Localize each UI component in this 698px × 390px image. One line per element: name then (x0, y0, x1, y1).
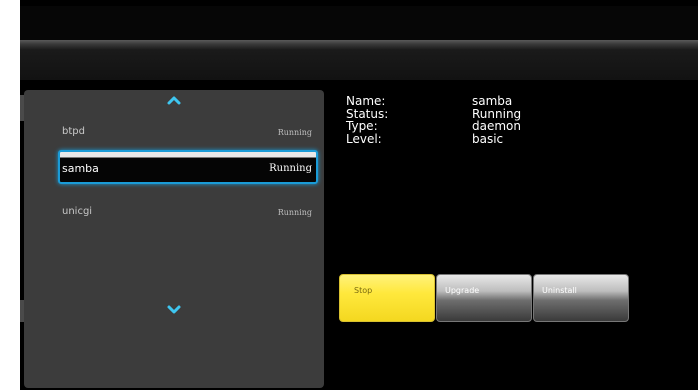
stop-button[interactable]: Stop (339, 274, 435, 322)
list-item-selected[interactable]: samba Running (58, 150, 318, 184)
service-details: Name: samba Status: Running Type: daemon… (346, 95, 626, 145)
service-name: unicgi (62, 206, 93, 217)
detail-value: daemon (472, 119, 521, 133)
detail-value: samba (472, 94, 513, 108)
service-list-panel: btpd Running samba Running unicgi Runnin… (24, 90, 324, 388)
detail-name: Name: samba (346, 95, 626, 108)
service-name: btpd (62, 126, 85, 137)
service-name: samba (62, 162, 99, 175)
service-status: Running (277, 128, 312, 137)
detail-level: Level: basic (346, 131, 626, 146)
detail-label: Name: (346, 94, 386, 108)
list-item[interactable]: btpd Running (60, 120, 316, 146)
detail-label: Type: (346, 119, 378, 133)
detail-label: Level: (346, 131, 382, 146)
uninstall-button[interactable]: Uninstall (533, 274, 629, 322)
service-status: Running (277, 208, 312, 217)
list-item[interactable]: unicgi Running (60, 200, 316, 226)
chevron-up-icon[interactable] (166, 94, 182, 106)
top-bar (20, 6, 698, 40)
left-margin (0, 0, 20, 390)
service-status: Running (269, 163, 312, 174)
header-strip (20, 40, 698, 80)
detail-value: basic (472, 131, 504, 146)
service-manager-screen: btpd Running samba Running unicgi Runnin… (0, 0, 698, 390)
upgrade-button[interactable]: Upgrade (436, 274, 532, 322)
chevron-down-icon[interactable] (166, 304, 182, 316)
detail-type: Type: daemon (346, 120, 626, 133)
